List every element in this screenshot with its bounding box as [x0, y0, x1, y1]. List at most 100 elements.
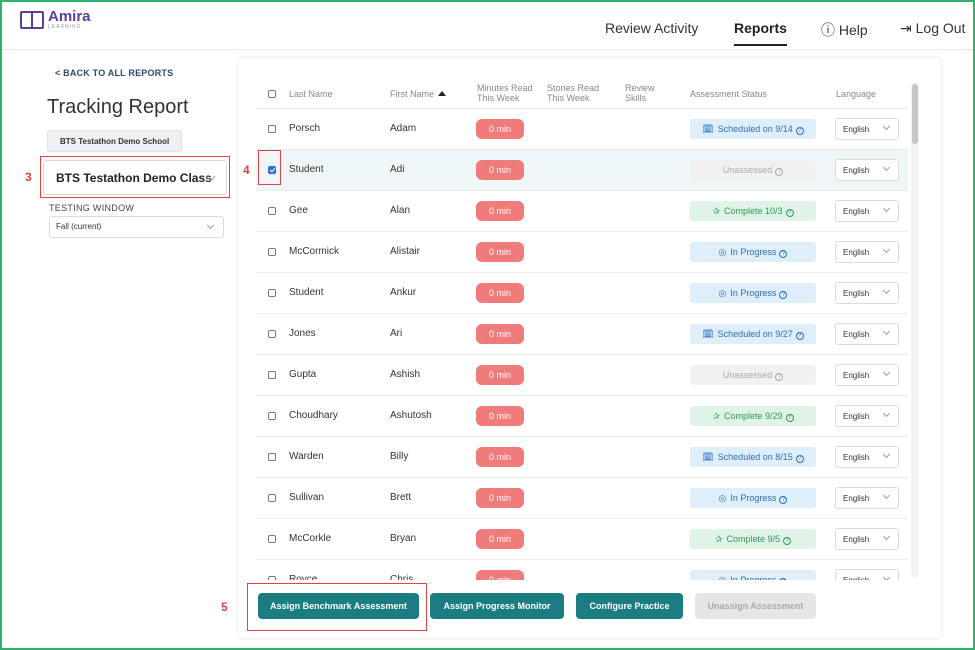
- minutes-read-badge[interactable]: 0 min: [476, 324, 524, 344]
- cell-first-name: Bryan: [390, 533, 417, 544]
- row-checkbox[interactable]: [268, 125, 276, 133]
- nav-reports[interactable]: Reports: [734, 20, 787, 46]
- language-select[interactable]: English: [835, 200, 899, 222]
- question-icon[interactable]: ?: [795, 455, 804, 463]
- testing-window-select[interactable]: Fall (current): [49, 216, 224, 238]
- table-row[interactable]: McCormick Alistair 0 min ◎ In Progress? Engli…: [256, 231, 908, 272]
- language-select[interactable]: English: [835, 405, 899, 427]
- assessment-status-badge[interactable]: ◎In Progress?: [690, 283, 816, 303]
- nav-help[interactable]: ⓘ Help: [821, 20, 868, 40]
- language-select[interactable]: English: [835, 159, 899, 181]
- logo-text: Amira: [48, 8, 91, 25]
- minutes-read-badge[interactable]: 0 min: [476, 283, 524, 303]
- language-select[interactable]: English: [835, 487, 899, 509]
- minutes-read-badge[interactable]: 0 min: [476, 365, 524, 385]
- assign-progress-monitor-button[interactable]: Assign Progress Monitor: [430, 593, 564, 619]
- assessment-status-badge[interactable]: ✰ Complete 9/29?: [690, 406, 816, 426]
- assessment-status-label: Complete 9/29: [724, 411, 783, 421]
- header-first-name[interactable]: First Name: [390, 89, 447, 99]
- assessment-status-badge[interactable]: ◎In Progress?: [690, 242, 816, 262]
- question-icon[interactable]: ?: [795, 127, 804, 135]
- row-checkbox[interactable]: [268, 330, 276, 338]
- assessment-status-badge[interactable]: ◎In Progress?: [690, 570, 816, 580]
- select-all-checkbox[interactable]: [268, 90, 276, 98]
- nav-logout[interactable]: ⇥ Log Out: [900, 20, 965, 37]
- question-icon[interactable]: ?: [785, 414, 794, 422]
- language-select[interactable]: English: [835, 528, 899, 550]
- header-assessment-status[interactable]: Assessment Status: [690, 89, 767, 99]
- language-select[interactable]: English: [835, 569, 899, 580]
- assessment-status-label: Scheduled on 9/27: [717, 329, 793, 339]
- testing-window-label: TESTING WINDOW: [49, 203, 135, 213]
- table-row[interactable]: McCorkle Bryan 0 min ✰ Complete 9/5? English: [256, 518, 908, 559]
- header-review-skills[interactable]: Review Skills: [625, 83, 655, 103]
- assessment-status-badge[interactable]: ✰ Complete 9/5?: [690, 529, 816, 549]
- row-checkbox[interactable]: [268, 535, 276, 543]
- minutes-read-badge[interactable]: 0 min: [476, 160, 524, 180]
- logout-icon: ⇥: [900, 20, 912, 36]
- configure-practice-button[interactable]: Configure Practice: [576, 593, 683, 619]
- minutes-read-badge[interactable]: 0 min: [476, 488, 524, 508]
- language-select[interactable]: English: [835, 282, 899, 304]
- table-row[interactable]: Sullivan Brett 0 min ◎ In Progress? English: [256, 477, 908, 518]
- assessment-status-badge[interactable]: 🗓 Scheduled on 8/15?: [690, 447, 816, 467]
- minutes-read-badge[interactable]: 0 min: [476, 201, 524, 221]
- chevron-down-icon: [206, 221, 215, 230]
- back-to-reports-link[interactable]: < BACK TO ALL REPORTS: [55, 68, 173, 78]
- row-checkbox[interactable]: [268, 371, 276, 379]
- table-row[interactable]: Choudhary Ashutosh 0 min ✰ Complete 9/29? Eng…: [256, 395, 908, 436]
- row-checkbox[interactable]: [268, 494, 276, 502]
- minutes-read-badge[interactable]: 0 min: [476, 529, 524, 549]
- minutes-read-badge[interactable]: 0 min: [476, 242, 524, 262]
- question-icon[interactable]: ?: [775, 373, 784, 381]
- assessment-status-badge[interactable]: 🗓 Scheduled on 9/14?: [690, 119, 816, 139]
- table-row[interactable]: Jones Ari 0 min 🗓 Scheduled on 9/27? English: [256, 313, 908, 354]
- unassign-assessment-button[interactable]: Unassign Assessment: [695, 593, 816, 619]
- scrollbar-thumb[interactable]: [912, 84, 918, 144]
- table-row[interactable]: Student Ankur 0 min ◎ In Progress? English: [256, 272, 908, 313]
- language-select[interactable]: English: [835, 241, 899, 263]
- assessment-status-badge[interactable]: ◎In Progress?: [690, 488, 816, 508]
- table-row[interactable]: Warden Billy 0 min 🗓 Scheduled on 8/15? Engli…: [256, 436, 908, 477]
- assessment-status-badge[interactable]: ✰ Complete 10/3?: [690, 201, 816, 221]
- row-checkbox[interactable]: [268, 453, 276, 461]
- table-row[interactable]: Gee Alan 0 min ✰ Complete 10/3? English: [256, 190, 908, 231]
- school-selector[interactable]: BTS Testathon Demo School: [47, 130, 183, 152]
- table-row[interactable]: Porsch Adam 0 min 🗓 Scheduled on 9/14? Englis…: [256, 108, 908, 149]
- language-select[interactable]: English: [835, 364, 899, 386]
- sort-ascending-icon: [438, 91, 447, 96]
- language-select[interactable]: English: [835, 323, 899, 345]
- minutes-read-badge[interactable]: 0 min: [476, 570, 524, 580]
- language-select[interactable]: English: [835, 118, 899, 140]
- assessment-status-badge[interactable]: 🗓 Scheduled on 9/27?: [690, 324, 816, 344]
- minutes-read-badge[interactable]: 0 min: [476, 119, 524, 139]
- assessment-status-badge[interactable]: Unassessed?: [690, 365, 816, 385]
- language-select[interactable]: English: [835, 446, 899, 468]
- cell-last-name: Jones: [289, 328, 316, 339]
- table-row[interactable]: Student Adi 0 min Unassessed? English: [256, 149, 908, 190]
- question-icon[interactable]: ?: [783, 537, 792, 545]
- question-icon[interactable]: ?: [779, 250, 788, 258]
- assessment-status-badge[interactable]: Unassessed?: [690, 160, 816, 180]
- question-icon[interactable]: ?: [785, 209, 794, 217]
- table-row[interactable]: Gupta Ashish 0 min Unassessed? English: [256, 354, 908, 395]
- question-icon[interactable]: ?: [779, 496, 788, 504]
- row-checkbox[interactable]: [268, 412, 276, 420]
- question-icon[interactable]: ?: [795, 332, 804, 340]
- row-checkbox[interactable]: [268, 248, 276, 256]
- header-last-name[interactable]: Last Name: [289, 89, 333, 99]
- table-row[interactable]: RoyceChris0 min◎In Progress?English: [256, 559, 908, 580]
- header-minutes-read[interactable]: Minutes Read This Week: [477, 83, 535, 103]
- table-scrollbar[interactable]: [911, 82, 919, 578]
- header-language[interactable]: Language: [836, 89, 876, 99]
- question-icon[interactable]: ?: [779, 291, 788, 299]
- amira-logo[interactable]: Amira LEARNING: [20, 8, 91, 30]
- page-title: Tracking Report: [47, 96, 189, 118]
- row-checkbox[interactable]: [268, 207, 276, 215]
- header-stories-read[interactable]: Stories Read This Week: [547, 83, 603, 103]
- minutes-read-badge[interactable]: 0 min: [476, 406, 524, 426]
- row-checkbox[interactable]: [268, 289, 276, 297]
- nav-review-activity[interactable]: Review Activity: [605, 20, 698, 36]
- question-icon[interactable]: ?: [775, 168, 784, 176]
- minutes-read-badge[interactable]: 0 min: [476, 447, 524, 467]
